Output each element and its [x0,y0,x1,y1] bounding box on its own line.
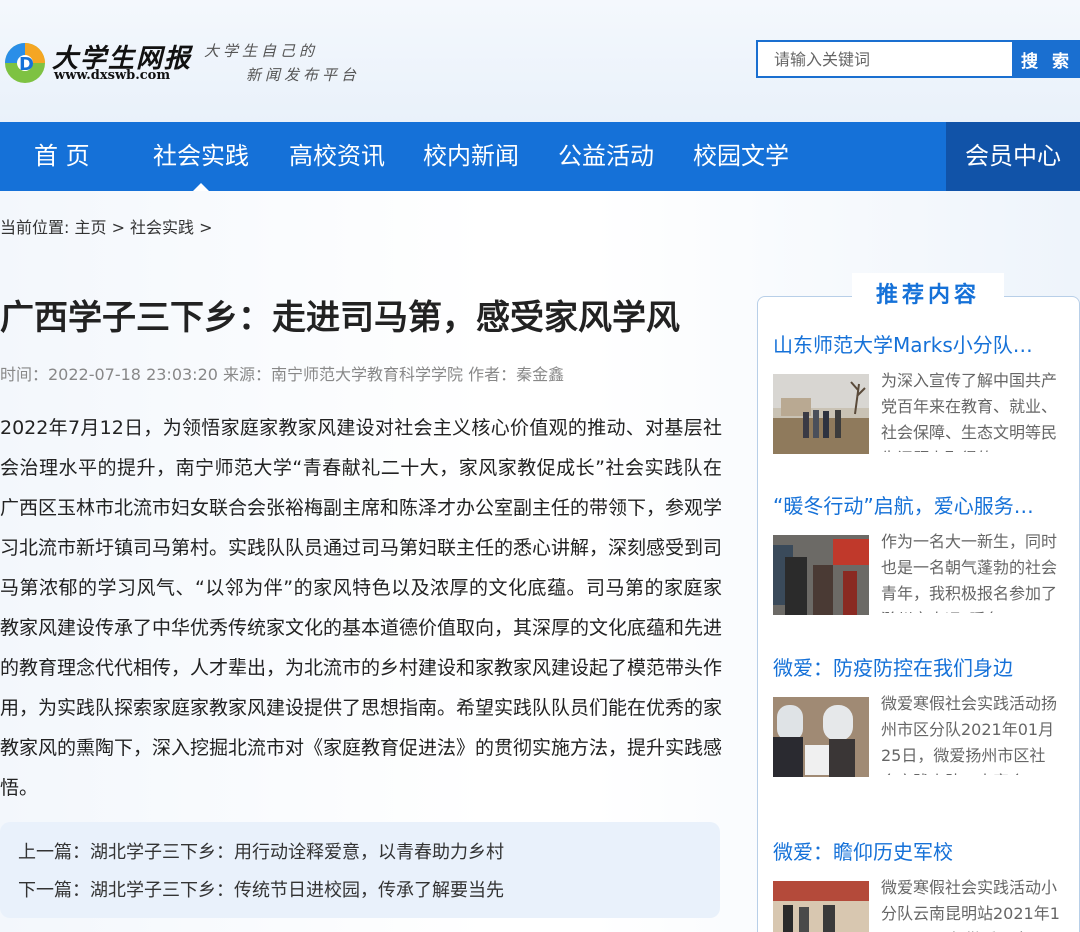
nav-item-college-news[interactable]: 高校资讯 [289,122,385,191]
recommend-item-title[interactable]: 微爱：瞻仰历史军校 [773,837,1053,867]
breadcrumb[interactable]: 当前位置: 主页 > 社会实践 > [0,214,213,238]
recommend-thumbnail[interactable] [773,697,869,777]
recommend-item[interactable]: 微爱：防疫防控在我们身边 微爱寒假社会实践活动扬州市区分队2021年01月25日… [773,653,1073,777]
main-nav: 首 页 社会实践 高校资讯 校内新闻 公益活动 校园文学 会员中心 [0,122,1080,191]
logo-slogan-line2: 新闻发布平台 [246,66,361,84]
recommend-item-desc: 微爱寒假社会实践活动小分队云南昆明站2021年1月27日下午微爱云南昆 [881,878,1060,932]
search-button[interactable]: 搜 索 [1012,40,1080,78]
site-logo[interactable]: D 大学生网报 www.dxswb.com 大学生自己的 新闻发布平台 [2,38,362,88]
recommend-thumbnail[interactable] [773,535,869,615]
article-meta: 时间：2022-07-18 23:03:20 来源：南宁师范大学教育科学学院 作… [0,365,565,384]
recommend-item-title[interactable]: 山东师范大学Marks小分队… [773,330,1053,360]
article-body: 2022年7月12日，为领悟家庭家教家风建设对社会主义核心价值观的推动、对基层社… [0,417,723,799]
nav-item-campus-news[interactable]: 校内新闻 [423,122,519,191]
svg-text:D: D [19,54,34,75]
recommend-item-desc: 为深入宣传了解中国共产党百年来在教育、就业、社会保障、生态文明等民生问题上取得的 [881,371,1058,452]
logo-url: www.dxswb.com [54,68,171,83]
member-center-button[interactable]: 会员中心 [946,122,1080,191]
search-bar: 搜 索 [756,40,1080,78]
recommend-title: 推荐内容 [875,283,980,308]
prev-next-panel: 上一篇：湖北学子三下乡：用行动诠释爱意，以青春助力乡村 下一篇：湖北学子三下乡：… [0,822,720,918]
logo-slogan-line1: 大学生自己的 [204,42,319,60]
nav-item-charity[interactable]: 公益活动 [558,122,654,191]
recommend-item[interactable]: 山东师范大学Marks小分队… 为深入宣传了解中国共产党百年来在教育、就业、社会… [773,330,1073,454]
recommend-item[interactable]: 微爱：瞻仰历史军校 微爱寒假社会实践活动小分队云南昆明站2021年1月27日下午… [773,837,1073,932]
next-article-link[interactable]: 下一篇：湖北学子三下乡：传统节日进校园，传承了解要当先 [18,872,720,910]
logo-mark-icon: D [5,43,45,83]
nav-item-literature[interactable]: 校园文学 [693,122,789,191]
nav-item-social-practice[interactable]: 社会实践 [153,122,249,191]
recommend-item-desc: 作为一名大一新生，同时也是一名朝气蓬勃的社会青年，我积极报名参加了滁州市春运“暖… [881,532,1058,613]
recommend-item[interactable]: “暖冬行动”启航，爱心服务… 作为一名大一新生，同时也是一名朝气蓬勃的社会青年，… [773,491,1073,615]
site-header: D 大学生网报 www.dxswb.com 大学生自己的 新闻发布平台 搜 索 [0,0,1080,122]
recommend-thumbnail[interactable] [773,881,869,932]
recommend-item-title[interactable]: 微爱：防疫防控在我们身边 [773,653,1053,683]
search-input[interactable] [756,40,1012,78]
nav-item-home[interactable]: 首 页 [34,122,90,191]
recommend-item-desc: 微爱寒假社会实践活动扬州市区分队2021年01月25日，微爱扬州市区社会实践小队… [881,694,1058,775]
recommend-thumbnail[interactable] [773,374,869,454]
prev-article-link[interactable]: 上一篇：湖北学子三下乡：用行动诠释爱意，以青春助力乡村 [18,834,720,872]
recommend-header: 推荐内容 [852,273,1004,319]
recommend-item-title[interactable]: “暖冬行动”启航，爱心服务… [773,491,1053,521]
article-title: 广西学子三下乡：走进司马第，感受家风学风 [0,298,680,338]
